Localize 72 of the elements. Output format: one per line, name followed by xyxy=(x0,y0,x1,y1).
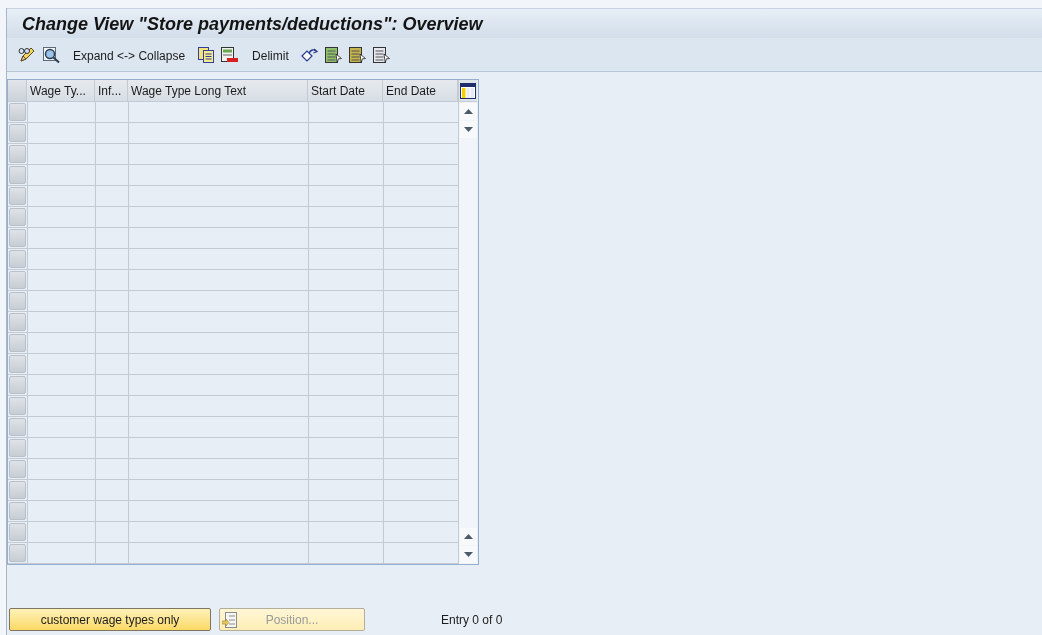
empty-cell xyxy=(95,228,128,249)
column-header[interactable]: End Date xyxy=(383,80,458,102)
entry-count: Entry 0 of 0 xyxy=(441,611,503,629)
empty-cell xyxy=(95,123,128,144)
triangle-down-icon xyxy=(464,127,473,132)
triangle-down-icon xyxy=(464,552,473,557)
empty-cell xyxy=(95,270,128,291)
empty-cell xyxy=(95,480,128,501)
empty-cell xyxy=(95,459,128,480)
empty-cell xyxy=(95,543,128,564)
column-header[interactable]: Wage Ty... xyxy=(27,80,95,102)
empty-cell xyxy=(95,312,128,333)
row-selector[interactable] xyxy=(9,544,26,562)
row-selector[interactable] xyxy=(9,376,26,394)
empty-cell xyxy=(95,144,128,165)
column-header[interactable]: Wage Type Long Text xyxy=(128,80,308,102)
row-selector[interactable] xyxy=(9,523,26,541)
row-selector[interactable] xyxy=(9,250,26,268)
row-selector[interactable] xyxy=(9,271,26,289)
empty-cell xyxy=(95,333,128,354)
row-selector[interactable] xyxy=(9,355,26,373)
curved-arrow-icon[interactable] xyxy=(300,46,318,63)
filter-button[interactable]: customer wage types only xyxy=(9,608,211,631)
row-selector[interactable] xyxy=(9,145,26,163)
row-selector[interactable] xyxy=(9,418,26,436)
row-selector[interactable] xyxy=(9,166,26,184)
empty-cell xyxy=(95,249,128,270)
row-selector[interactable] xyxy=(9,313,26,331)
empty-cell xyxy=(95,207,128,228)
empty-cell xyxy=(95,438,128,459)
scroll-up-button[interactable] xyxy=(460,528,477,545)
scroll-up-button[interactable] xyxy=(460,103,477,120)
pencil-glasses-icon[interactable] xyxy=(18,46,35,63)
row-selector[interactable] xyxy=(9,187,26,205)
row-selector[interactable] xyxy=(9,481,26,499)
column-header[interactable]: Inf... xyxy=(95,80,128,102)
columns-icon[interactable] xyxy=(460,82,476,99)
empty-cell xyxy=(95,291,128,312)
select-all-button[interactable] xyxy=(8,80,27,102)
empty-cell xyxy=(95,417,128,438)
row-selector[interactable] xyxy=(9,460,26,478)
list-pointer-icon[interactable] xyxy=(372,46,390,63)
row-selector[interactable] xyxy=(9,103,26,121)
empty-cell xyxy=(95,354,128,375)
triangle-up-icon xyxy=(464,109,473,114)
column-header[interactable]: Start Date xyxy=(308,80,383,102)
toolbar-button[interactable]: Delimit xyxy=(250,44,291,67)
empty-cell xyxy=(95,375,128,396)
empty-cell xyxy=(95,501,128,522)
toolbar-button[interactable]: Expand <-> Collapse xyxy=(71,44,188,67)
block-pointer-icon[interactable] xyxy=(348,46,366,63)
triangle-up-icon xyxy=(464,534,473,539)
empty-cell xyxy=(95,165,128,186)
table-pointer-icon[interactable] xyxy=(324,46,342,63)
row-selector[interactable] xyxy=(9,502,26,520)
empty-cell xyxy=(95,396,128,417)
scroll-down-button[interactable] xyxy=(460,121,477,138)
search-icon[interactable] xyxy=(43,46,60,63)
copy-icon[interactable] xyxy=(198,46,215,63)
row-selector[interactable] xyxy=(9,397,26,415)
row-selector[interactable] xyxy=(9,439,26,457)
empty-cell xyxy=(95,522,128,543)
row-selector[interactable] xyxy=(9,124,26,142)
row-selector[interactable] xyxy=(9,292,26,310)
row-selector[interactable] xyxy=(9,208,26,226)
row-selector[interactable] xyxy=(9,334,26,352)
scroll-down-button[interactable] xyxy=(460,546,477,563)
table-minus-icon[interactable] xyxy=(221,46,239,63)
empty-cell xyxy=(95,186,128,207)
empty-cell xyxy=(95,102,128,123)
window-title: Change View "Store payments/deductions": Overview xyxy=(22,14,483,33)
row-selector[interactable] xyxy=(9,229,26,247)
